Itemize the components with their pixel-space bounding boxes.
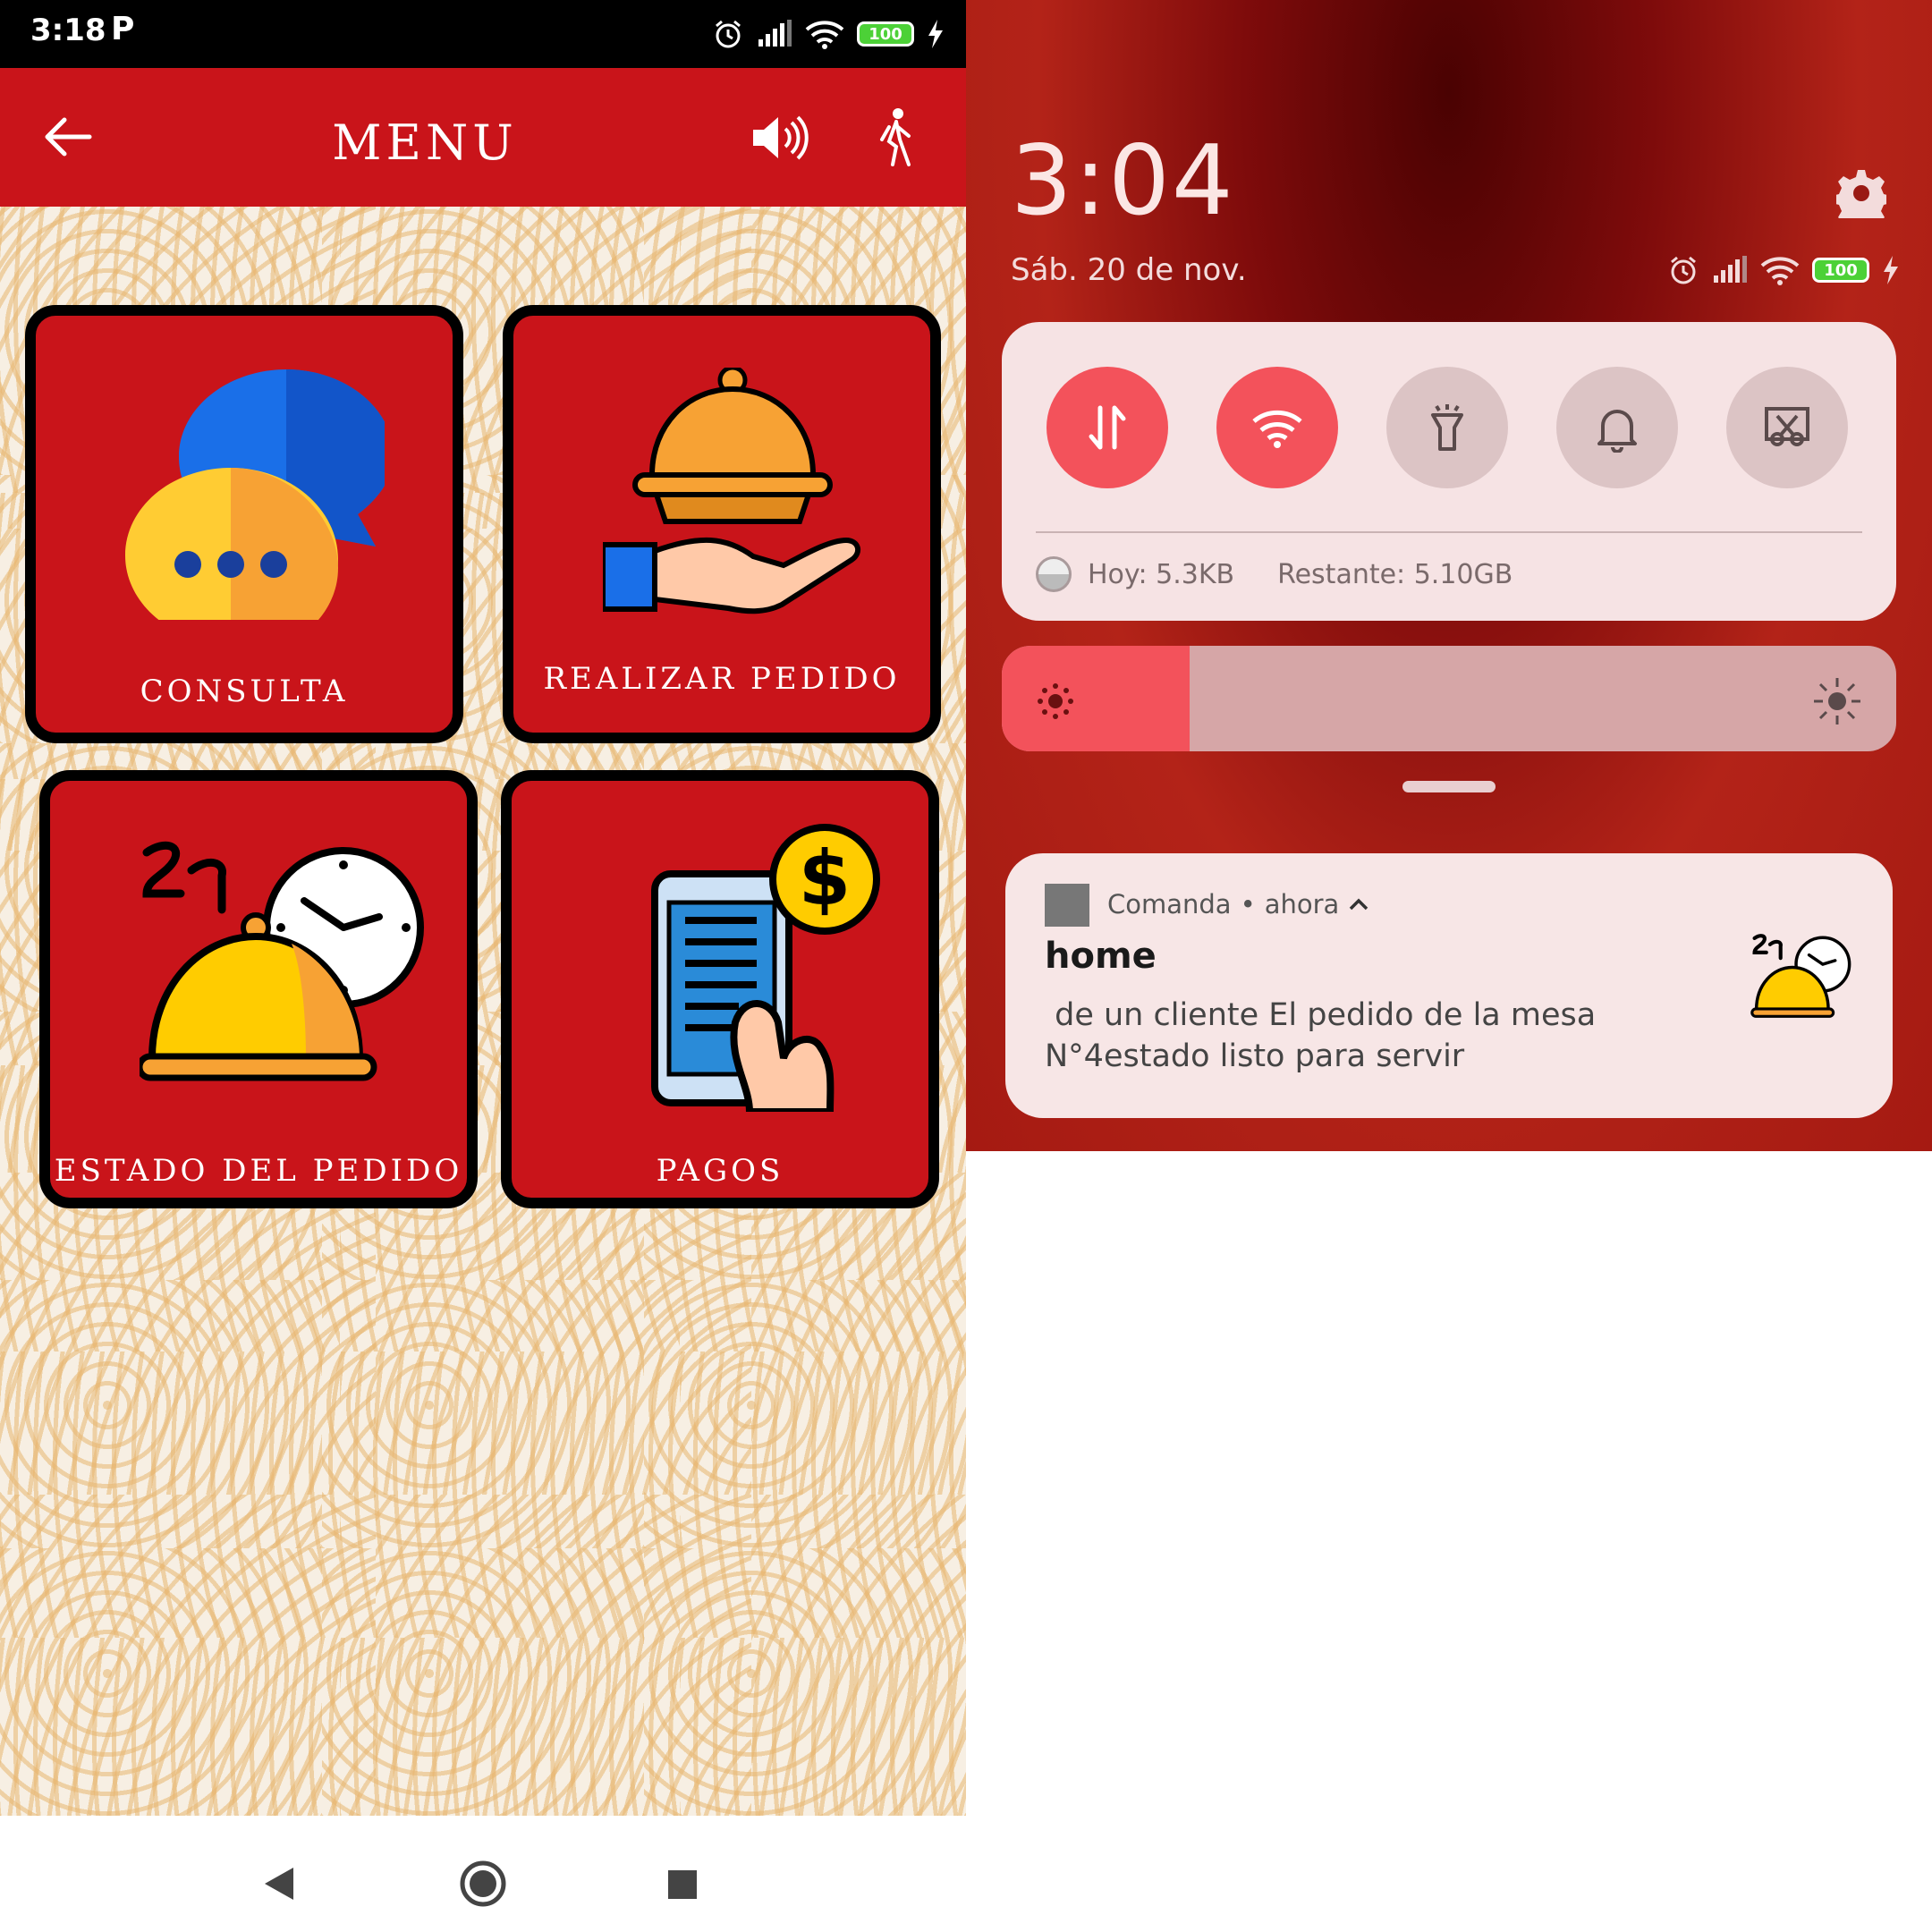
recents-square-icon[interactable] xyxy=(667,1869,698,1900)
charging-bolt-icon xyxy=(928,20,943,48)
page-title: MENU xyxy=(332,114,518,171)
wifi-icon xyxy=(1252,410,1302,448)
divider xyxy=(1036,531,1862,533)
brightness-high-icon xyxy=(1814,678,1860,724)
back-triangle-icon[interactable] xyxy=(263,1866,295,1902)
data-remaining: Restante: 5.10GB xyxy=(1277,558,1513,590)
quick-settings-panel: Hoy: 5.3KB Restante: 5.10GB xyxy=(1002,322,1896,621)
toggle-screenshot[interactable] xyxy=(1726,367,1848,488)
phone-payment-icon: $ xyxy=(651,824,880,1112)
screenshot-icon xyxy=(1765,407,1809,446)
battery-indicator: 100 xyxy=(857,21,914,47)
alarm-icon xyxy=(1671,256,1696,284)
tile-pagos[interactable]: $ PAGOS xyxy=(501,770,939,1208)
svg-text:$: $ xyxy=(799,835,851,922)
data-usage-icon xyxy=(1036,556,1072,592)
notification-title: home xyxy=(1045,936,1157,977)
notification-header: Comanda • ahora xyxy=(1107,889,1369,919)
cloche-clock-icon xyxy=(140,841,424,1081)
notification-card[interactable]: Comanda • ahora home de un cliente El pe… xyxy=(1005,853,1893,1118)
wifi-icon xyxy=(1760,257,1800,285)
toggle-wifi[interactable] xyxy=(1216,367,1338,488)
wifi-icon xyxy=(805,21,844,49)
date-label: Sáb. 20 de nov. xyxy=(1011,252,1247,288)
tile-label: PAGOS xyxy=(656,1153,784,1189)
app-bar: MENU xyxy=(0,68,966,207)
tile-label: CONSULTA xyxy=(140,674,349,709)
volume-icon[interactable] xyxy=(750,113,809,163)
status-time: 3:18 xyxy=(30,13,106,48)
brightness-fill xyxy=(1002,646,1190,751)
brightness-slider[interactable] xyxy=(1002,646,1896,751)
tile-label: ESTADO DEL PEDIDO xyxy=(54,1153,463,1189)
notification-time: ahora xyxy=(1264,889,1340,919)
notification-body: de un cliente El pedido de la mesa N°4es… xyxy=(1045,997,1597,1074)
app-icon xyxy=(1045,884,1089,927)
tile-consulta[interactable]: CONSULTA xyxy=(25,305,463,743)
status-bar: 3:18 P 100 xyxy=(0,0,966,68)
toggle-sound[interactable] xyxy=(1556,367,1678,488)
right-phone-screen: 3:04 Sáb. 20 de nov. 100 Hoy: 5.3KB Rest… xyxy=(966,0,1932,1151)
battery-indicator: 100 xyxy=(1812,258,1869,283)
tile-label: REALIZAR PEDIDO xyxy=(543,661,901,697)
toggle-mobile-data[interactable] xyxy=(1046,367,1168,488)
flashlight-icon xyxy=(1431,404,1463,451)
cloche-clock-icon xyxy=(1750,934,1852,1018)
toggle-flashlight[interactable] xyxy=(1386,367,1508,488)
parking-app-indicator: P xyxy=(111,11,135,47)
notification-app-name: Comanda xyxy=(1107,889,1232,919)
alarm-icon xyxy=(716,20,741,48)
signal-icon xyxy=(1714,256,1747,283)
chat-bubbles-icon xyxy=(125,369,385,620)
status-icons: 100 xyxy=(712,14,945,54)
tile-estado-del-pedido[interactable]: ESTADO DEL PEDIDO xyxy=(39,770,478,1208)
left-phone-screen: 3:18 P 100 MENU CONSULTA REALIZAR PEDIDO… xyxy=(0,0,966,1932)
charging-bolt-icon xyxy=(1884,256,1898,284)
status-icons: 100 xyxy=(1667,254,1900,286)
gear-icon[interactable] xyxy=(1836,168,1886,218)
bell-icon xyxy=(1597,410,1637,453)
walking-person-icon[interactable] xyxy=(877,107,916,166)
chevron-up-icon[interactable] xyxy=(1348,896,1369,912)
navigation-bar xyxy=(0,1816,966,1932)
lock-clock: 3:04 xyxy=(1011,125,1235,237)
data-usage[interactable]: Hoy: 5.3KB Restante: 5.10GB xyxy=(1036,556,1513,592)
tile-realizar-pedido[interactable]: REALIZAR PEDIDO xyxy=(503,305,941,743)
notification-separator: • xyxy=(1240,889,1256,919)
screenshot-root: 3:18 P 100 MENU CONSULTA REALIZAR PEDIDO… xyxy=(0,0,1932,1932)
data-today: Hoy: 5.3KB xyxy=(1088,558,1235,590)
menu-content: CONSULTA REALIZAR PEDIDO ESTADO DEL PEDI… xyxy=(0,207,966,1817)
brightness-low-icon xyxy=(1038,683,1073,719)
serving-cloche-hand-icon xyxy=(603,368,861,614)
signal-icon xyxy=(758,20,792,47)
panel-drag-handle[interactable] xyxy=(1402,781,1496,792)
mobile-data-icon xyxy=(1089,405,1126,450)
home-circle-icon[interactable] xyxy=(458,1859,508,1909)
